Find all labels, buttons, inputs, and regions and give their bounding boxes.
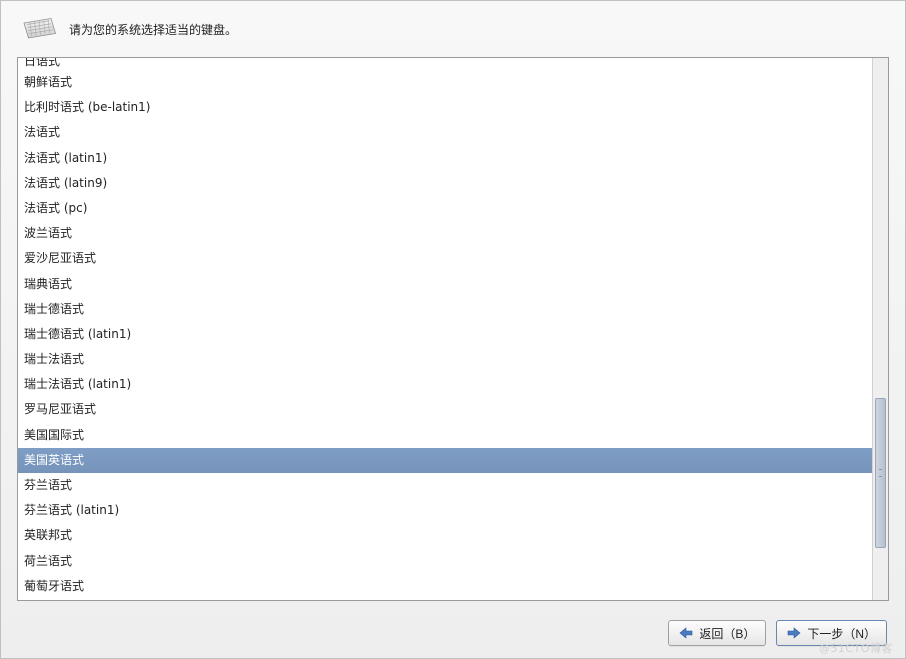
list-item-label: 瑞典语式: [24, 277, 72, 291]
next-button-label: 下一步（N）: [807, 625, 876, 642]
back-button[interactable]: 返回（B）: [668, 620, 766, 646]
list-item[interactable]: 葡萄牙语式: [18, 574, 872, 599]
list-item-label: 葡萄牙语式: [24, 579, 84, 593]
list-item[interactable]: 美国国际式: [18, 423, 872, 448]
list-item[interactable]: 罗马尼亚语式: [18, 397, 872, 422]
scrollbar[interactable]: [872, 58, 888, 600]
list-item[interactable]: 法语式 (latin1): [18, 146, 872, 171]
list-item-label: 英联邦式: [24, 528, 72, 542]
list-item[interactable]: 法语式 (pc): [18, 196, 872, 221]
back-button-label: 返回（B）: [699, 625, 755, 642]
button-bar: 返回（B） 下一步（N）: [668, 620, 887, 646]
list-item-label: 瑞士德语式 (latin1): [24, 327, 131, 341]
list-item-label: 罗马尼亚语式: [24, 402, 96, 416]
list-item-label: 芬兰语式 (latin1): [24, 503, 119, 517]
list-item-label: 瑞士法语式 (latin1): [24, 377, 131, 391]
list-item[interactable]: 瑞典语式: [18, 272, 872, 297]
list-item[interactable]: 瑞士法语式 (latin1): [18, 372, 872, 397]
installer-window: 请为您的系统选择适当的键盘。 日语式朝鲜语式比利时语式 (be-latin1) 法…: [0, 0, 906, 659]
scroll-thumb[interactable]: [875, 398, 886, 548]
list-item[interactable]: 日语式: [18, 58, 872, 70]
header-prompt: 请为您的系统选择适当的键盘。: [69, 21, 237, 38]
arrow-right-icon: [787, 627, 801, 639]
arrow-left-icon: [679, 627, 693, 639]
list-item-label: 法语式: [24, 125, 60, 139]
keyboard-icon: [21, 15, 57, 43]
list-item[interactable]: 瑞士德语式: [18, 297, 872, 322]
keyboard-list[interactable]: 日语式朝鲜语式比利时语式 (be-latin1) 法语式法语式 (latin1) 法…: [18, 58, 872, 600]
list-item[interactable]: 荷兰语式: [18, 549, 872, 574]
header: 请为您的系统选择适当的键盘。: [1, 1, 905, 53]
list-item[interactable]: 爱沙尼亚语式: [18, 246, 872, 271]
list-item[interactable]: 美国英语式: [18, 448, 872, 473]
list-item[interactable]: 西班牙语式: [18, 599, 872, 600]
list-item-label: 波兰语式: [24, 226, 72, 240]
list-item-label: 美国国际式: [24, 428, 84, 442]
list-item[interactable]: 瑞士德语式 (latin1): [18, 322, 872, 347]
list-item-label: 法语式 (latin1): [24, 151, 107, 165]
list-item-label: 法语式 (pc): [24, 201, 87, 215]
list-item-label: 美国英语式: [24, 453, 84, 467]
list-item[interactable]: 瑞士法语式: [18, 347, 872, 372]
list-item[interactable]: 法语式: [18, 120, 872, 145]
list-item-label: 荷兰语式: [24, 554, 72, 568]
list-item[interactable]: 法语式 (latin9): [18, 171, 872, 196]
list-item[interactable]: 比利时语式 (be-latin1): [18, 95, 872, 120]
next-button[interactable]: 下一步（N）: [776, 620, 887, 646]
list-item[interactable]: 朝鲜语式: [18, 70, 872, 95]
list-item-label: 日语式: [24, 58, 60, 68]
list-item[interactable]: 英联邦式: [18, 523, 872, 548]
list-item-label: 瑞士法语式: [24, 352, 84, 366]
list-item-label: 爱沙尼亚语式: [24, 251, 96, 265]
list-item-label: 朝鲜语式: [24, 75, 72, 89]
list-item[interactable]: 芬兰语式: [18, 473, 872, 498]
list-item-label: 芬兰语式: [24, 478, 72, 492]
list-item[interactable]: 芬兰语式 (latin1): [18, 498, 872, 523]
list-item-label: 法语式 (latin9): [24, 176, 107, 190]
list-item-label: 瑞士德语式: [24, 302, 84, 316]
list-item[interactable]: 波兰语式: [18, 221, 872, 246]
list-item-label: 比利时语式 (be-latin1): [24, 100, 150, 114]
keyboard-list-container: 日语式朝鲜语式比利时语式 (be-latin1) 法语式法语式 (latin1) 法…: [17, 57, 889, 601]
